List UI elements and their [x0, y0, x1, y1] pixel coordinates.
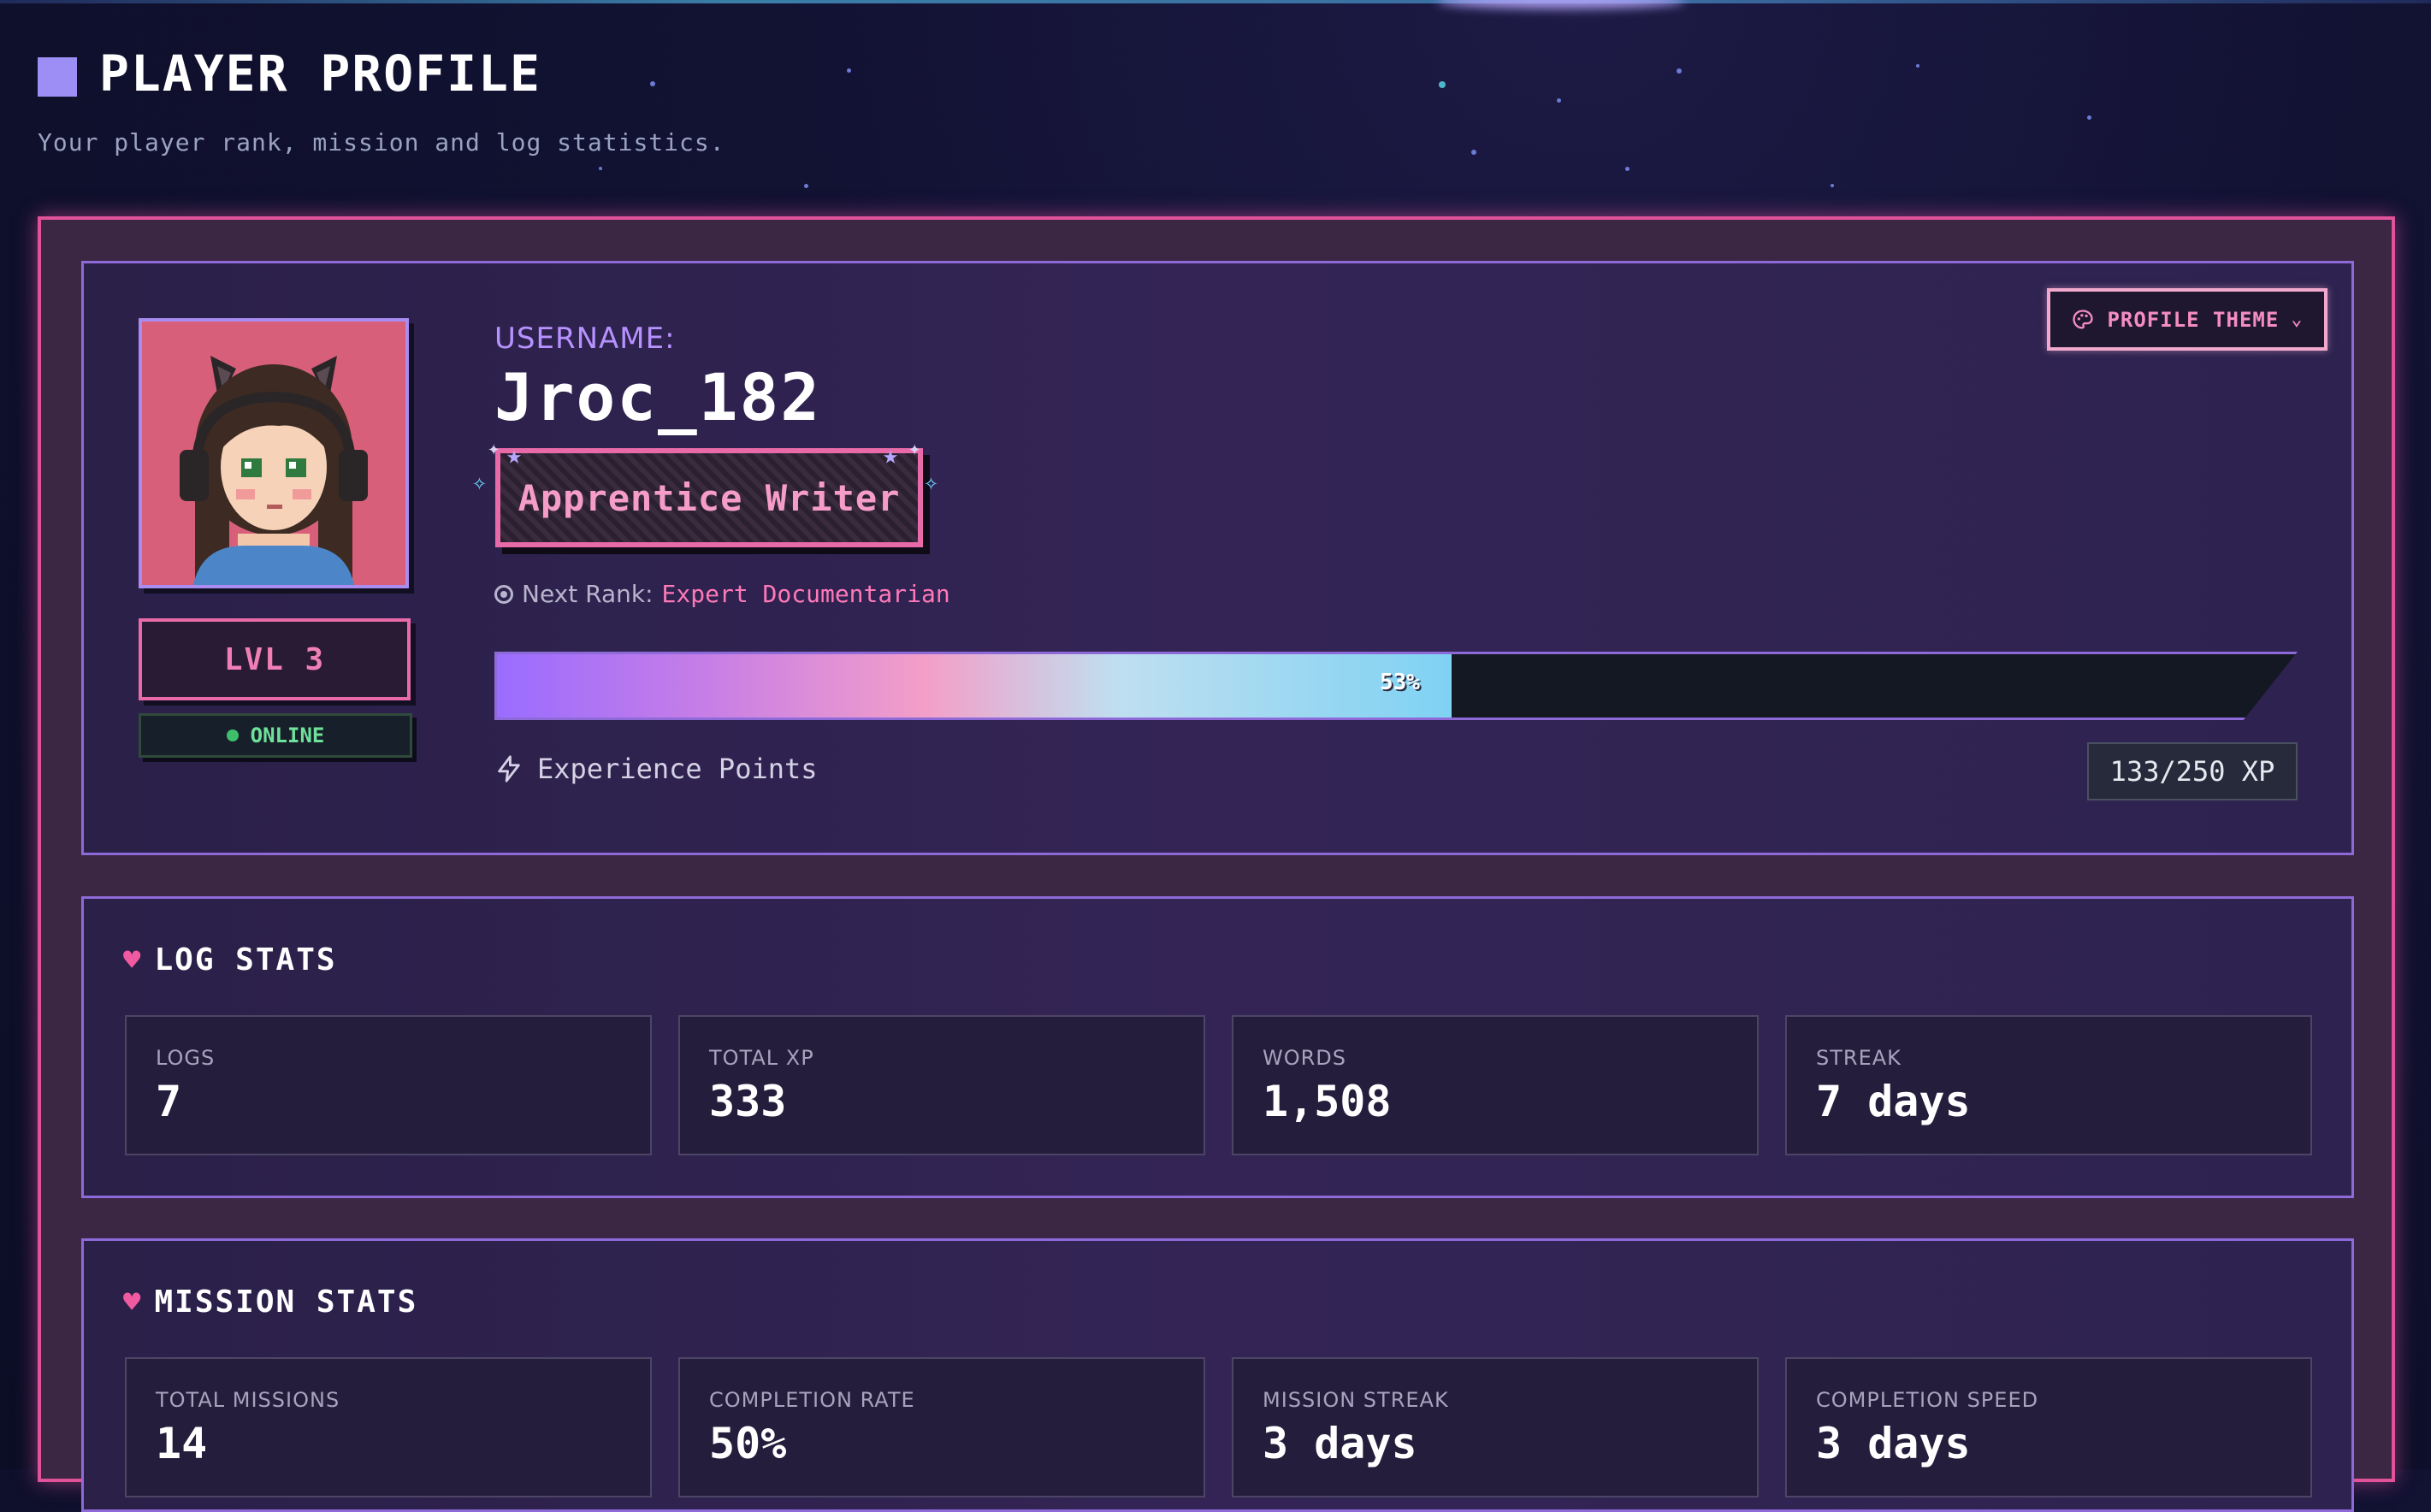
stat-value: 3 days: [1263, 1419, 1417, 1468]
top-accent-line: [0, 0, 2431, 3]
xp-percent: 53%: [1380, 670, 1420, 695]
background-star: [1439, 81, 1446, 88]
background-star: [847, 68, 851, 73]
mission-stats-title-text: MISSION STATS: [154, 1285, 418, 1320]
sparkle-icon: ✧: [924, 468, 938, 496]
background-star: [599, 167, 602, 170]
stat-label: LOGS: [156, 1046, 216, 1070]
online-status: ONLINE: [139, 713, 412, 758]
xp-progress-fill: [497, 654, 1452, 718]
username: Jroc_182: [494, 359, 822, 435]
background-star: [1557, 98, 1561, 103]
stat-card-total-missions: TOTAL MISSIONS 14: [125, 1357, 652, 1497]
stat-value: 50%: [709, 1419, 787, 1468]
log-stats-title-text: LOG STATS: [154, 942, 337, 977]
rank-badge: Apprentice Writer: [495, 448, 923, 547]
star-icon: ★: [506, 440, 523, 470]
background-star: [1471, 150, 1476, 155]
page-subtitle: Your player rank, mission and log statis…: [38, 128, 725, 157]
sparkle-icon: ✧: [472, 468, 487, 496]
xp-label-text: Experience Points: [537, 753, 818, 785]
stat-label: WORDS: [1263, 1046, 1347, 1070]
sparkle-icon: ✦: [908, 436, 921, 460]
level-badge: LVL 3: [139, 618, 411, 700]
stat-card-words: WORDS 1,508: [1232, 1015, 1759, 1155]
stat-card-logs: LOGS 7: [125, 1015, 652, 1155]
background-star: [804, 184, 808, 188]
stat-label: TOTAL XP: [709, 1046, 814, 1070]
next-rank-label: Next Rank:: [522, 580, 654, 608]
stat-value: 1,508: [1263, 1077, 1392, 1126]
stat-value: 3 days: [1816, 1419, 1971, 1468]
stat-label: MISSION STREAK: [1263, 1388, 1449, 1412]
username-label: USERNAME:: [494, 322, 676, 356]
rank-title: Apprentice Writer: [518, 476, 901, 519]
background-star: [2087, 115, 2091, 120]
next-rank: Next Rank: Expert Documentarian: [494, 580, 950, 608]
stat-label: STREAK: [1816, 1046, 1902, 1070]
next-rank-value: Expert Documentarian: [661, 580, 950, 608]
mission-stats-title: ♥ MISSION STATS: [123, 1285, 417, 1320]
stat-value: 7: [156, 1077, 182, 1126]
xp-value: 133/250 XP: [2087, 742, 2298, 800]
status-text: ONLINE: [250, 724, 325, 747]
palette-icon: [2073, 309, 2094, 329]
stat-label: COMPLETION RATE: [709, 1388, 915, 1412]
heart-icon: ♥: [123, 942, 143, 977]
top-glow: [1437, 0, 1685, 9]
page-title: PLAYER PROFILE: [99, 44, 541, 103]
status-dot-icon: [226, 729, 239, 741]
purple-square-icon: [38, 57, 77, 97]
stat-card-mission-streak: MISSION STREAK 3 days: [1232, 1357, 1759, 1497]
sparkle-icon: ✦: [488, 436, 500, 460]
chevron-down-icon: ⌄: [2291, 309, 2304, 330]
avatar-portrait-icon: [142, 322, 405, 585]
avatar: [139, 318, 409, 588]
xp-label: Experience Points: [494, 753, 818, 785]
background-star: [1677, 68, 1682, 74]
target-icon: [494, 584, 513, 604]
stat-card-total-xp: TOTAL XP 333: [678, 1015, 1205, 1155]
stat-value: 333: [709, 1077, 787, 1126]
background-star: [1916, 64, 1919, 68]
background-star: [1625, 167, 1630, 171]
stat-value: 14: [156, 1419, 208, 1468]
heart-icon: ♥: [123, 1285, 143, 1320]
profile-card: [81, 261, 2354, 855]
profile-theme-button[interactable]: PROFILE THEME ⌄: [2047, 288, 2327, 351]
stat-value: 7 days: [1816, 1077, 1971, 1126]
background-star: [1831, 184, 1834, 187]
profile-theme-label: PROFILE THEME: [2107, 307, 2280, 332]
stat-card-completion-speed: COMPLETION SPEED 3 days: [1785, 1357, 2312, 1497]
lightning-icon: [498, 755, 520, 783]
star-icon: ★: [883, 440, 899, 470]
stat-label: TOTAL MISSIONS: [156, 1388, 340, 1412]
stat-card-streak: STREAK 7 days: [1785, 1015, 2312, 1155]
xp-progress-bar: 53%: [494, 652, 2298, 720]
background-star: [650, 81, 655, 86]
stat-label: COMPLETION SPEED: [1816, 1388, 2039, 1412]
log-stats-title: ♥ LOG STATS: [123, 942, 337, 977]
stat-card-completion-rate: COMPLETION RATE 50%: [678, 1357, 1205, 1497]
